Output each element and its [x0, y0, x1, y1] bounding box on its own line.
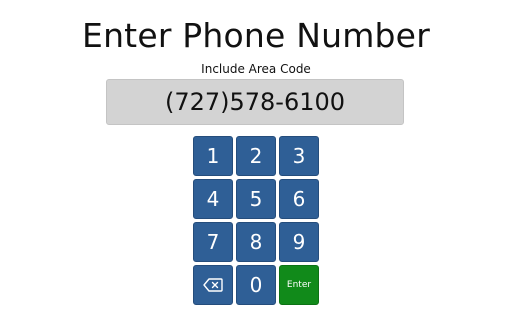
key-7[interactable]: 7 — [193, 222, 233, 262]
key-4[interactable]: 4 — [193, 179, 233, 219]
page-title: Enter Phone Number — [82, 16, 430, 55]
keypad: 1 2 3 4 5 6 7 8 9 0 Enter — [193, 136, 319, 305]
phone-number-display: (727)578-6100 — [106, 79, 404, 125]
page-subtitle: Include Area Code — [201, 62, 311, 76]
key-6[interactable]: 6 — [279, 179, 319, 219]
key-5[interactable]: 5 — [236, 179, 276, 219]
key-0[interactable]: 0 — [236, 265, 276, 305]
key-8[interactable]: 8 — [236, 222, 276, 262]
key-2[interactable]: 2 — [236, 136, 276, 176]
enter-button[interactable]: Enter — [279, 265, 319, 305]
key-3[interactable]: 3 — [279, 136, 319, 176]
key-1[interactable]: 1 — [193, 136, 233, 176]
backspace-button[interactable] — [193, 265, 233, 305]
backspace-icon — [203, 278, 223, 292]
key-9[interactable]: 9 — [279, 222, 319, 262]
